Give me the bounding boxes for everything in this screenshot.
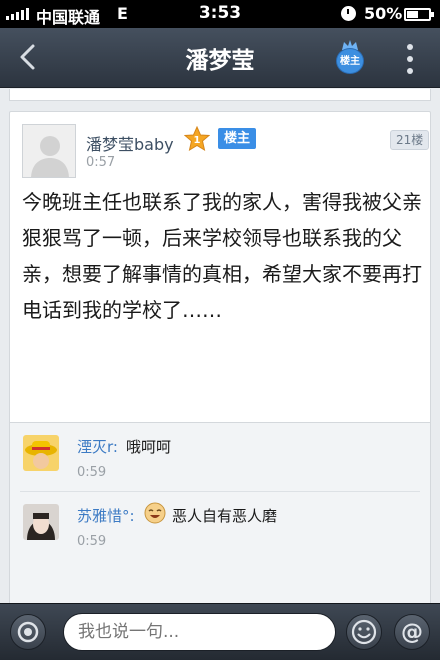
page-title: 潘梦莹 [185, 48, 255, 74]
avatar[interactable] [23, 435, 59, 471]
photo-avatar-icon [23, 504, 59, 540]
laughing-face-emoji-icon [144, 502, 166, 524]
more-vertical-icon[interactable] [404, 44, 416, 74]
level-star-icon: 1 [184, 126, 210, 152]
reply-time: 0:59 [77, 465, 107, 480]
reply-toolbar: @ [0, 603, 440, 660]
mention-button[interactable]: @ [394, 614, 430, 650]
post-author-name[interactable]: 潘梦莹baby [86, 131, 174, 155]
battery-icon [404, 8, 434, 21]
camera-button[interactable] [10, 614, 46, 650]
reply-input[interactable] [63, 613, 336, 651]
nav-bar: 潘梦莹 楼主 [0, 28, 440, 88]
emoji-button[interactable] [346, 614, 382, 650]
reply-author-name[interactable]: 湮灭r: [77, 436, 118, 457]
list-item[interactable]: 苏雅惜°: 恶人自有恶人磨 0:59 [10, 492, 430, 560]
owner-only-button[interactable]: 楼主 [334, 40, 366, 76]
list-item[interactable]: 湮灭r: 哦呵呵 0:59 [10, 423, 430, 491]
owner-tag: 楼主 [218, 128, 257, 149]
straw-hat-avatar-icon [23, 435, 59, 471]
smiley-icon [351, 619, 377, 645]
svg-text:@: @ [401, 620, 423, 645]
avatar[interactable] [23, 504, 59, 540]
post-body: 今晚班主任也联系了我的家人，害得我被父亲狠狠骂了一顿，后来学校领导也联系我的父亲… [22, 190, 422, 322]
default-avatar-icon [23, 125, 75, 177]
owner-only-label: 楼主 [336, 48, 364, 74]
reply-text: 哦呵呵 [126, 438, 172, 456]
reply-author-name[interactable]: 苏雅惜°: [77, 505, 135, 526]
battery-level-fill [407, 11, 418, 18]
reply-text: 恶人自有恶人磨 [172, 507, 278, 525]
level-number: 1 [194, 135, 201, 146]
thread-content[interactable]: 潘梦莹baby 1 楼主 0:57 21楼 今晚班主任也联系了我的家人，害得我被… [0, 89, 440, 603]
reply-time: 0:59 [77, 534, 107, 549]
reply-list: 湮灭r: 哦呵呵 0:59 苏雅惜°: 恶人自有恶人磨 0:59 [9, 422, 431, 603]
at-icon: @ [401, 620, 423, 645]
status-bar: 中国联通 E 3:53 50% [0, 0, 440, 28]
avatar[interactable] [22, 124, 76, 178]
camera-icon [17, 621, 39, 643]
floor-number: 21楼 [390, 130, 430, 150]
previous-post-edge [9, 89, 431, 101]
post-time: 0:57 [86, 155, 116, 170]
battery-percent: 50% [364, 4, 403, 23]
alarm-clock-icon [341, 6, 356, 21]
